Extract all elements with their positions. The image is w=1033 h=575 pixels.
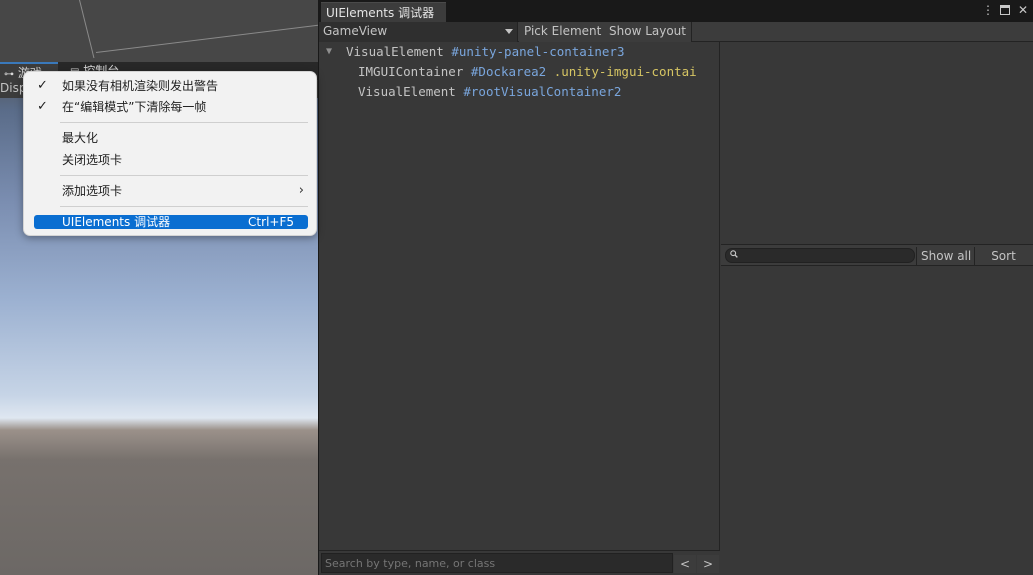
tree-row-name: #rootVisualContainer2 [463, 84, 622, 99]
tree-row-name: #unity-panel-container3 [451, 44, 625, 59]
maximize-icon[interactable] [1000, 3, 1010, 19]
gamepad-icon: ⊶ [4, 69, 14, 80]
menu-item-label: UIElements 调试器 [62, 215, 171, 229]
sort-toggle[interactable]: Sort [974, 247, 1032, 265]
tree-row-name: #Dockarea2 [470, 64, 547, 79]
tree-search-bar: < > [319, 550, 720, 575]
tab-context-menu: ✓ 如果没有相机渲染则发出警告 ✓ 在“编辑模式”下清除每一帧 最大化 关闭选项… [23, 71, 317, 236]
menu-item-label: 关闭选项卡 [62, 153, 123, 167]
more-icon[interactable]: ⋮ [982, 3, 994, 19]
tree-row[interactable]: IMGUIContainer #Dockarea2 .unity-imgui-c… [319, 62, 719, 82]
menu-item-uielements-debugger[interactable]: UIElements 调试器 Ctrl+F5 [34, 215, 308, 229]
styles-filter-bar: Show all Sort [721, 244, 1033, 266]
tree-row-class: .unity-imgui-contai [553, 64, 697, 79]
styles-pane: Show all Sort [721, 42, 1033, 575]
search-icon [730, 250, 738, 258]
menu-item-label: 最大化 [62, 131, 99, 145]
search-next-button[interactable]: > [697, 555, 719, 573]
checkmark-icon: ✓ [37, 99, 48, 114]
tree-row[interactable]: ▼ VisualElement #unity-panel-container3 [319, 42, 719, 62]
menu-item-label: 如果没有相机渲染则发出警告 [62, 79, 219, 93]
window-controls: ⋮ ✕ [982, 3, 1028, 19]
tree-search-input[interactable] [321, 553, 673, 573]
menu-item-shortcut: Ctrl+F5 [248, 215, 294, 229]
panel-selector-dropdown[interactable]: GameView [319, 22, 518, 42]
visual-tree-view: ▼ VisualElement #unity-panel-container3 … [319, 42, 720, 550]
menu-item-label: 添加选项卡 [62, 184, 123, 198]
search-prev-button[interactable]: < [674, 555, 696, 573]
menu-item-clear-every-frame[interactable]: ✓ 在“编辑模式”下清除每一帧 [34, 99, 308, 115]
uielements-debugger-window: UIElements 调试器 ⋮ ✕ GameView Pick Element… [318, 0, 1033, 575]
pick-element-button[interactable]: Pick Element [519, 22, 608, 42]
chevron-right-icon: › [298, 183, 304, 198]
tree-row-type: IMGUIContainer [358, 64, 464, 79]
show-layout-toggle[interactable]: Show Layout [604, 22, 692, 42]
tree-row[interactable]: VisualElement #rootVisualContainer2 [319, 82, 719, 102]
panel-selector-value: GameView [323, 24, 388, 38]
styles-list [721, 267, 1033, 575]
menu-separator [60, 122, 308, 123]
close-icon[interactable]: ✕ [1018, 3, 1028, 19]
menu-separator [60, 206, 308, 207]
chevron-down-icon [505, 29, 513, 34]
checkmark-icon: ✓ [37, 78, 48, 93]
element-preview-area [721, 42, 1033, 242]
menu-item-close-tab[interactable]: 关闭选项卡 [34, 152, 308, 168]
tab-uielements-debugger[interactable]: UIElements 调试器 [321, 2, 447, 22]
menu-item-warn-no-camera[interactable]: ✓ 如果没有相机渲染则发出警告 [34, 78, 308, 94]
show-all-toggle[interactable]: Show all [916, 247, 976, 265]
tree-row-type: VisualElement [346, 44, 444, 59]
tree-row-type: VisualElement [358, 84, 456, 99]
styles-search-field[interactable] [725, 248, 915, 263]
menu-separator [60, 175, 308, 176]
menu-item-label: 在“编辑模式”下清除每一帧 [62, 100, 207, 114]
debugger-tabbar: UIElements 调试器 ⋮ ✕ [319, 0, 1033, 22]
menu-item-add-tab[interactable]: 添加选项卡 › [34, 183, 308, 199]
expand-arrow-icon[interactable]: ▼ [326, 42, 332, 62]
menu-item-maximize[interactable]: 最大化 [34, 130, 308, 146]
debugger-toolbar: GameView Pick Element Show Layout [319, 22, 1033, 42]
